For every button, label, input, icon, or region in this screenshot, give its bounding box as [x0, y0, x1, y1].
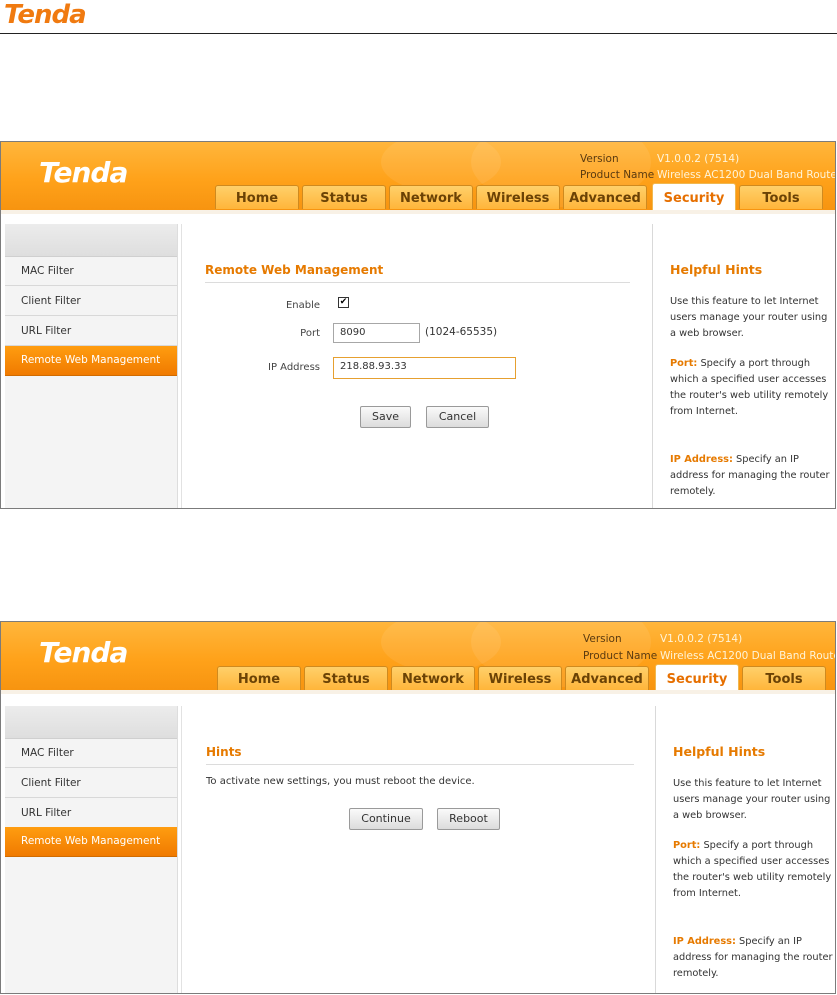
sidebar-item-url-filter[interactable]: URL Filter: [5, 799, 177, 828]
version-label: Version: [580, 153, 619, 165]
screenshot-reboot-hints: Tenda Version V1.0.0.2 (7514) Product Na…: [0, 621, 836, 994]
section-divider: [206, 764, 634, 765]
product-name-value: Wireless AC1200 Dual Band Router: [657, 169, 836, 181]
tab-security[interactable]: Security: [655, 664, 739, 691]
cancel-button[interactable]: Cancel: [426, 406, 489, 428]
enable-checkbox[interactable]: ✔: [338, 297, 349, 308]
helpful-hints-panel: Helpful Hints Use this feature to let In…: [655, 706, 835, 993]
hints-port-paragraph: Port: Specify a port through which a spe…: [670, 356, 830, 420]
hints-intro-text: Use this feature to let Internet users m…: [670, 296, 828, 339]
enable-label: Enable: [285, 300, 320, 311]
sidebar-header: [5, 224, 177, 257]
helpful-hints-title: Helpful Hints: [670, 262, 763, 277]
document-logo: Tenda: [4, 0, 87, 30]
tab-wireless[interactable]: Wireless: [478, 666, 562, 690]
document-header-rule: [0, 33, 837, 34]
sidebar-item-remote-web-management[interactable]: Remote Web Management: [5, 346, 177, 376]
sidebar-item-mac-filter[interactable]: MAC Filter: [5, 739, 177, 768]
tab-advanced[interactable]: Advanced: [565, 666, 649, 690]
version-value: V1.0.0.2 (7514): [657, 153, 740, 165]
tab-wireless[interactable]: Wireless: [476, 185, 560, 209]
port-range-hint: (1024-65535): [425, 326, 498, 338]
sidebar-item-client-filter[interactable]: Client Filter: [5, 287, 177, 316]
tab-tools[interactable]: Tools: [739, 185, 823, 209]
hints-port-paragraph: Port: Specify a port through which a spe…: [673, 838, 833, 902]
main-content: Remote Web Management Enable ✔ Port 8090…: [181, 224, 652, 508]
reboot-message: To activate new settings, you must reboo…: [206, 776, 475, 787]
sidebar-item-mac-filter[interactable]: MAC Filter: [5, 257, 177, 286]
helpful-hints-title: Helpful Hints: [673, 744, 766, 759]
hints-ip-key: IP Address:: [670, 454, 733, 465]
hints-ip-paragraph: IP Address: Specify an IP address for ma…: [673, 934, 833, 982]
sidebar: MAC Filter Client Filter URL Filter Remo…: [5, 706, 178, 993]
tab-network[interactable]: Network: [389, 185, 473, 209]
tab-network[interactable]: Network: [391, 666, 475, 690]
header-banner: Tenda Version V1.0.0.2 (7514) Product Na…: [1, 142, 836, 214]
sidebar: MAC Filter Client Filter URL Filter Remo…: [5, 224, 178, 508]
ip-address-label: IP Address: [268, 362, 320, 373]
section-title: Remote Web Management: [205, 263, 384, 277]
section-title: Hints: [206, 745, 242, 759]
tab-home[interactable]: Home: [215, 185, 299, 209]
product-name-label: Product Name: [583, 650, 658, 662]
continue-button[interactable]: Continue: [349, 808, 423, 830]
version-label: Version: [583, 633, 622, 645]
hints-ip-paragraph: IP Address: Specify an IP address for ma…: [670, 452, 830, 500]
header-banner: Tenda Version V1.0.0.2 (7514) Product Na…: [1, 622, 836, 694]
tab-home[interactable]: Home: [217, 666, 301, 690]
sidebar-item-client-filter[interactable]: Client Filter: [5, 769, 177, 798]
tab-status[interactable]: Status: [302, 185, 386, 209]
port-input[interactable]: 8090: [333, 323, 420, 343]
hints-port-key: Port:: [670, 358, 698, 369]
version-value: V1.0.0.2 (7514): [660, 633, 743, 645]
tab-security[interactable]: Security: [652, 183, 736, 210]
ip-address-input[interactable]: 218.88.93.33: [333, 357, 516, 379]
tab-status[interactable]: Status: [304, 666, 388, 690]
app-logo: Tenda: [39, 636, 128, 669]
tab-tools[interactable]: Tools: [742, 666, 826, 690]
sidebar-item-url-filter[interactable]: URL Filter: [5, 317, 177, 346]
main-content: Hints To activate new settings, you must…: [181, 706, 652, 993]
section-divider: [205, 282, 630, 283]
product-name-value: Wireless AC1200 Dual Band Router: [660, 650, 836, 662]
app-logo: Tenda: [39, 156, 128, 189]
save-button[interactable]: Save: [360, 406, 411, 428]
reboot-button[interactable]: Reboot: [437, 808, 500, 830]
screenshot-remote-web-management: Tenda Version V1.0.0.2 (7514) Product Na…: [0, 141, 836, 509]
sidebar-item-remote-web-management[interactable]: Remote Web Management: [5, 827, 177, 857]
product-name-label: Product Name: [580, 169, 655, 181]
sidebar-header: [5, 706, 177, 739]
tab-advanced[interactable]: Advanced: [563, 185, 647, 209]
hints-ip-key: IP Address:: [673, 936, 736, 947]
helpful-hints-panel: Helpful Hints Use this feature to let In…: [652, 224, 835, 508]
port-label: Port: [300, 328, 320, 339]
hints-intro-text: Use this feature to let Internet users m…: [673, 778, 831, 821]
hints-port-key: Port:: [673, 840, 701, 851]
